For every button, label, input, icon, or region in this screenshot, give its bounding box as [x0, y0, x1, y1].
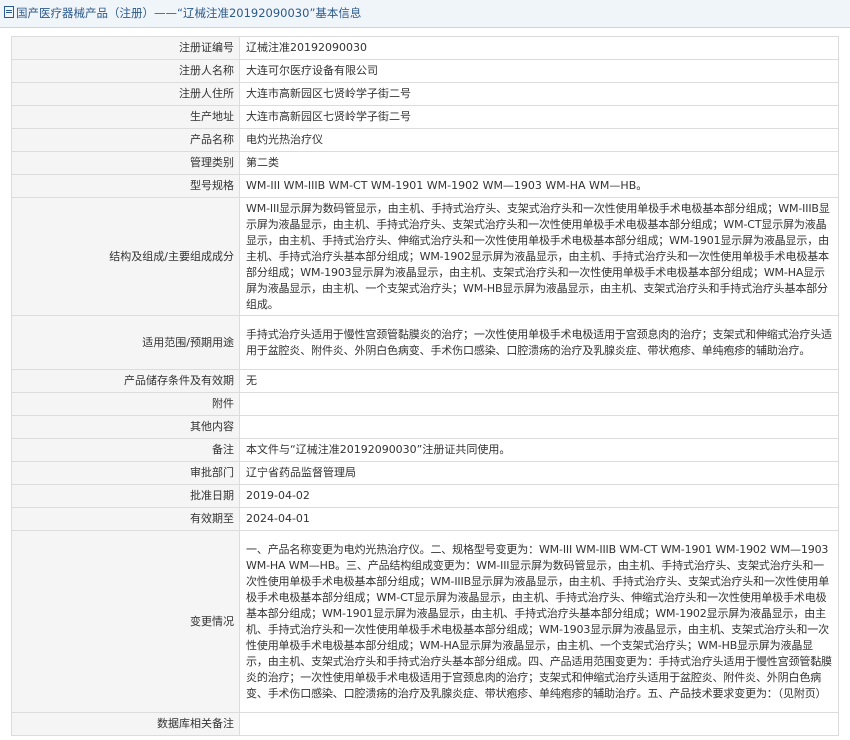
row-storage-validity: 产品储存条件及有效期 无: [11, 369, 839, 393]
row-value: 一、产品名称变更为电灼光热治疗仪。二、规格型号变更为：WM-III WM-III…: [239, 530, 839, 713]
row-label: 产品名称: [11, 128, 240, 152]
row-value: 2024-04-01: [239, 507, 839, 531]
row-label: 数据库相关备注: [11, 712, 240, 736]
detail-container: 注册证编号 辽械注准20192090030 注册人名称 大连可尔医疗设备有限公司…: [0, 28, 850, 736]
row-label: 备注: [11, 438, 240, 462]
row-label: 变更情况: [11, 530, 240, 713]
row-value: 辽械注准20192090030: [239, 36, 839, 60]
document-icon: [4, 6, 14, 18]
row-registration-number: 注册证编号 辽械注准20192090030: [11, 36, 839, 60]
row-label: 其他内容: [11, 415, 240, 439]
row-production-address: 生产地址 大连市高新园区七贤岭学子街二号: [11, 105, 839, 129]
row-label: 适用范围/预期用途: [11, 315, 240, 370]
row-value: 2019-04-02: [239, 484, 839, 508]
detail-table: 注册证编号 辽械注准20192090030 注册人名称 大连可尔医疗设备有限公司…: [11, 36, 839, 736]
row-value: 辽宁省药品监督管理局: [239, 461, 839, 485]
row-label: 审批部门: [11, 461, 240, 485]
row-registrant-name: 注册人名称 大连可尔医疗设备有限公司: [11, 59, 839, 83]
row-value: 大连可尔医疗设备有限公司: [239, 59, 839, 83]
row-value: WM-III显示屏为数码管显示，由主机、手持式治疗头、支架式治疗头和一次性使用单…: [239, 197, 839, 316]
row-other-content: 其他内容: [11, 415, 839, 439]
row-label: 附件: [11, 392, 240, 416]
row-valid-until: 有效期至 2024-04-01: [11, 507, 839, 531]
row-label: 生产地址: [11, 105, 240, 129]
row-model-spec: 型号规格 WM-III WM-IIIB WM-CT WM-1901 WM-190…: [11, 174, 839, 198]
row-registrant-address: 注册人住所 大连市高新园区七贤岭学子街二号: [11, 82, 839, 106]
row-change-history: 变更情况 一、产品名称变更为电灼光热治疗仪。二、规格型号变更为：WM-III W…: [11, 530, 839, 713]
row-label: 型号规格: [11, 174, 240, 198]
row-label: 产品储存条件及有效期: [11, 369, 240, 393]
row-label: 结构及组成/主要组成成分: [11, 197, 240, 316]
row-management-category: 管理类别 第二类: [11, 151, 839, 175]
row-value: 第二类: [239, 151, 839, 175]
row-value: 无: [239, 369, 839, 393]
page-title: 国产医疗器械产品（注册）——“辽械注准20192090030”基本信息: [16, 6, 362, 20]
row-value: [239, 415, 839, 439]
row-value: 大连市高新园区七贤岭学子街二号: [239, 82, 839, 106]
row-label: 注册证编号: [11, 36, 240, 60]
row-value: [239, 392, 839, 416]
row-remarks: 备注 本文件与“辽械注准20192090030”注册证共同使用。: [11, 438, 839, 462]
row-label: 注册人名称: [11, 59, 240, 83]
row-approval-date: 批准日期 2019-04-02: [11, 484, 839, 508]
row-label: 管理类别: [11, 151, 240, 175]
row-product-name: 产品名称 电灼光热治疗仪: [11, 128, 839, 152]
row-value: 本文件与“辽械注准20192090030”注册证共同使用。: [239, 438, 839, 462]
row-value: 大连市高新园区七贤岭学子街二号: [239, 105, 839, 129]
row-value: 手持式治疗头适用于慢性宫颈管黏膜炎的治疗；一次性使用单极手术电极适用于宫颈息肉的…: [239, 315, 839, 370]
row-value: 电灼光热治疗仪: [239, 128, 839, 152]
row-approval-department: 审批部门 辽宁省药品监督管理局: [11, 461, 839, 485]
row-label: 有效期至: [11, 507, 240, 531]
row-value: [239, 712, 839, 736]
row-database-remarks: 数据库相关备注: [11, 712, 839, 736]
row-structure-composition: 结构及组成/主要组成成分 WM-III显示屏为数码管显示，由主机、手持式治疗头、…: [11, 197, 839, 316]
row-intended-use: 适用范围/预期用途 手持式治疗头适用于慢性宫颈管黏膜炎的治疗；一次性使用单极手术…: [11, 315, 839, 370]
row-label: 批准日期: [11, 484, 240, 508]
row-value: WM-III WM-IIIB WM-CT WM-1901 WM-1902 WM—…: [239, 174, 839, 198]
row-attachments: 附件: [11, 392, 839, 416]
row-label: 注册人住所: [11, 82, 240, 106]
page-title-bar: 国产医疗器械产品（注册）——“辽械注准20192090030”基本信息: [0, 0, 850, 28]
